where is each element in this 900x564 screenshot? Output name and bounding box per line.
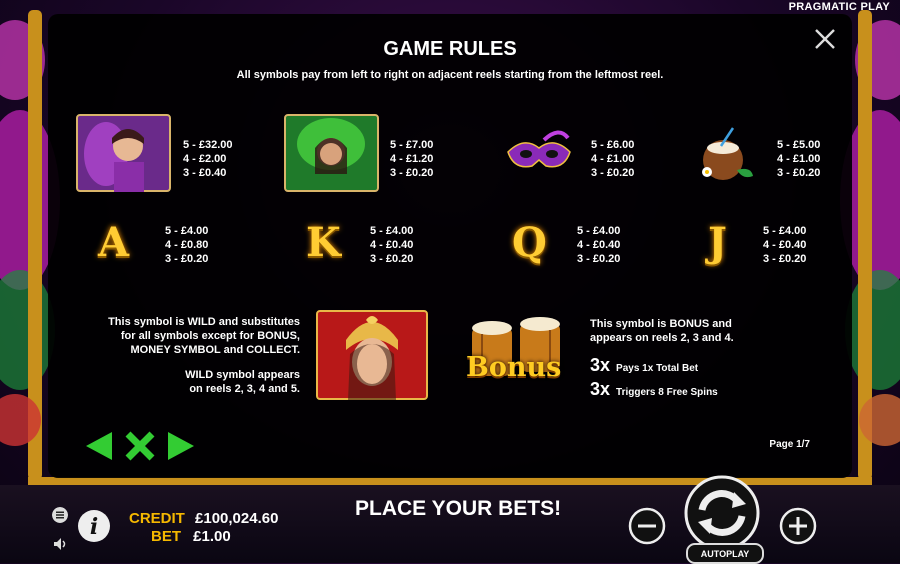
credit-value: £100,024.60 bbox=[195, 510, 279, 527]
increase-bet-icon[interactable] bbox=[779, 507, 817, 545]
autoplay-button[interactable]: AUTOPLAY bbox=[686, 543, 764, 564]
svg-text:i: i bbox=[90, 514, 98, 540]
bonus-description: This symbol is BONUS and appears on reel… bbox=[590, 318, 734, 344]
bonus-label: Bonus bbox=[466, 352, 562, 383]
purple-lady-paytable: 5 - £32.00 4 - £2.00 3 - £0.40 bbox=[183, 139, 233, 179]
green-lady-paytable: 5 - £7.00 4 - £1.20 3 - £0.20 bbox=[390, 139, 434, 179]
sound-icon[interactable] bbox=[52, 536, 68, 552]
previous-page-icon[interactable] bbox=[84, 430, 114, 462]
letter-a-paytable: 5 - £4.00 4 - £0.80 3 - £0.20 bbox=[165, 225, 209, 265]
bet-label: BET bbox=[151, 528, 181, 545]
carnival-mask-icon bbox=[507, 130, 571, 168]
bet-value: £1.00 bbox=[193, 528, 231, 545]
letter-q-paytable: 5 - £4.00 4 - £0.40 3 - £0.20 bbox=[577, 225, 621, 265]
next-page-icon[interactable] bbox=[166, 430, 196, 462]
wild-queen-symbol-icon bbox=[316, 310, 428, 400]
decrease-bet-icon[interactable] bbox=[628, 507, 666, 545]
letter-k-paytable: 5 - £4.00 4 - £0.40 3 - £0.20 bbox=[370, 225, 414, 265]
green-lady-symbol-icon bbox=[284, 114, 379, 192]
purple-lady-symbol-icon bbox=[76, 114, 171, 192]
letter-a-symbol-icon: A bbox=[98, 219, 130, 266]
letter-j-symbol-icon: J bbox=[708, 219, 727, 266]
menu-icon[interactable] bbox=[52, 507, 68, 523]
game-rules-panel: GAME RULES All symbols pay from left to … bbox=[48, 14, 852, 478]
rules-subtitle: All symbols pay from left to right on ad… bbox=[236, 69, 664, 81]
wild-description: This symbol is WILD and substitutes for … bbox=[108, 316, 300, 395]
bonus-payout-line: 3x Pays 1x Total Bet bbox=[590, 355, 699, 375]
letter-k-symbol-icon: K bbox=[306, 219, 341, 266]
brand-logo: PRAGMATIC PLAY bbox=[788, 1, 890, 13]
coconut-drink-icon bbox=[702, 127, 753, 180]
page-indicator: Page 1/7 bbox=[769, 439, 810, 450]
coconut-paytable: 5 - £5.00 4 - £1.00 3 - £0.20 bbox=[777, 139, 821, 179]
spin-button[interactable] bbox=[676, 474, 768, 552]
rules-title: GAME RULES bbox=[383, 38, 517, 60]
bonus-freespins-line: 3x Triggers 8 Free Spins bbox=[590, 379, 718, 399]
close-x-nav-icon[interactable] bbox=[122, 430, 158, 462]
credit-display: CREDIT £100,024.60 bbox=[129, 510, 278, 527]
credit-label: CREDIT bbox=[129, 510, 185, 527]
bet-display: BET £1.00 bbox=[151, 528, 231, 545]
letter-q-symbol-icon: Q bbox=[512, 219, 547, 266]
info-icon[interactable]: i bbox=[77, 509, 111, 543]
letter-j-paytable: 5 - £4.00 4 - £0.40 3 - £0.20 bbox=[763, 225, 807, 265]
status-message: PLACE YOUR BETS! bbox=[355, 497, 562, 520]
mask-paytable: 5 - £6.00 4 - £1.00 3 - £0.20 bbox=[591, 139, 635, 179]
